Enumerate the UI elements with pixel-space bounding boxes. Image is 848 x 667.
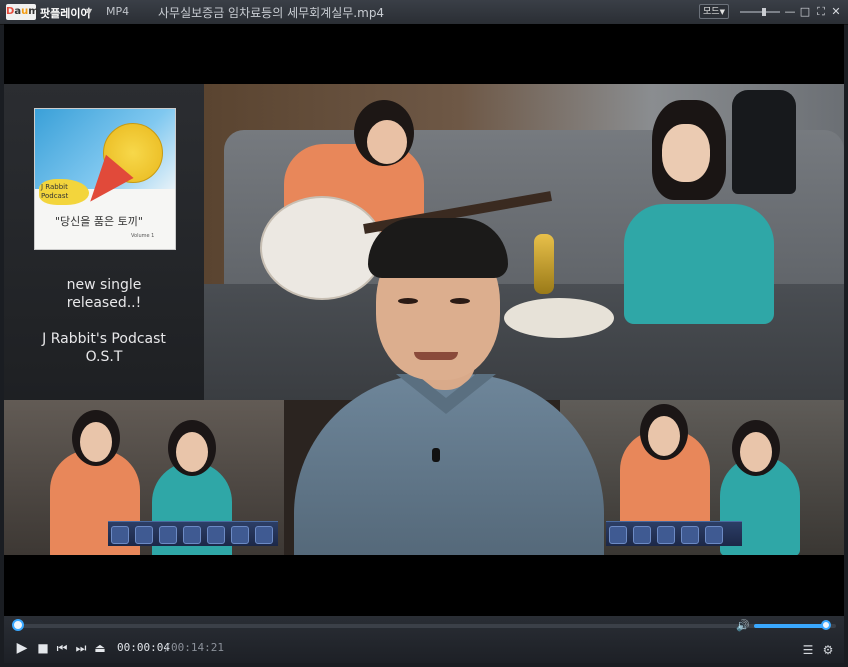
prev-icon[interactable]: ⏮ (54, 640, 70, 656)
current-time: 00:00:04 (117, 641, 170, 654)
opacity-slider[interactable] (740, 11, 780, 13)
close-icon[interactable]: ✕ (829, 5, 843, 19)
fullscreen-icon[interactable]: ⛶ (814, 5, 828, 19)
total-time: 00:14:21 (171, 641, 224, 654)
seek-bar[interactable] (14, 624, 836, 628)
promo-line: O.S.T (85, 349, 123, 365)
drawing-toolbar (606, 521, 742, 546)
chevron-down-icon[interactable]: ▼ (86, 7, 92, 16)
album-volume: Volume 1 (131, 233, 155, 239)
playlist-icon[interactable]: ☰ (800, 642, 816, 658)
eject-icon[interactable]: ⏏ (92, 640, 108, 656)
opacity-slider-handle[interactable] (762, 8, 766, 16)
play-icon[interactable]: ▶ (14, 640, 30, 656)
window-title: 사무실보증금 임차료등의 세무회계실무.mp4 (158, 6, 385, 20)
next-icon[interactable]: ⏭ (73, 640, 89, 656)
settings-icon[interactable]: ⚙ (820, 642, 836, 658)
video-frame: J Rabbit Podcast "당신을 품은 토끼" Volume 1 new… (4, 84, 844, 555)
album-cover: J Rabbit Podcast "당신을 품은 토끼" Volume 1 (34, 108, 176, 250)
app-name-menu[interactable]: 팟플레이어 (40, 5, 91, 21)
album-artist: J Rabbit Podcast (41, 183, 69, 200)
drawing-toolbar (108, 521, 278, 546)
time-separator: / (164, 641, 171, 654)
volume-slider-level (754, 624, 826, 628)
daum-logo[interactable]: Daum (6, 4, 39, 20)
title-bar: Daum 팟플레이어 ▼ MP4 사무실보증금 임차료등의 세무회계실무.mp4… (0, 0, 848, 25)
volume-icon[interactable]: 🔊 (736, 619, 750, 633)
promo-line: new single (66, 277, 142, 293)
mode-button[interactable]: 모드 ▼ (699, 4, 729, 19)
promo-line: J Rabbit's Podcast (42, 331, 166, 347)
stop-icon[interactable]: ■ (35, 640, 51, 656)
format-label: MP4 (106, 5, 130, 18)
chevron-down-icon: ▼ (719, 8, 725, 16)
mode-label: 모드 (703, 7, 720, 17)
promo-panel: J Rabbit Podcast "당신을 품은 토끼" Volume 1 new… (4, 84, 204, 400)
seek-bar-handle[interactable] (12, 619, 24, 631)
minimize-icon[interactable]: — (783, 5, 797, 19)
podcast-scene (204, 84, 844, 400)
volume-slider-handle[interactable] (821, 620, 831, 630)
promo-line: released..! (66, 295, 142, 311)
maximize-icon[interactable]: □ (798, 5, 812, 19)
video-area[interactable]: J Rabbit Podcast "당신을 품은 토끼" Volume 1 new… (4, 24, 844, 616)
control-bar: 🔊 ▶ ■ ⏮ ⏭ ⏏ 00:00:04 / 00:14:21 ☰ ⚙ (4, 616, 844, 663)
album-title: "당신을 품은 토끼" (55, 215, 143, 228)
thumbnail-left (4, 400, 284, 555)
